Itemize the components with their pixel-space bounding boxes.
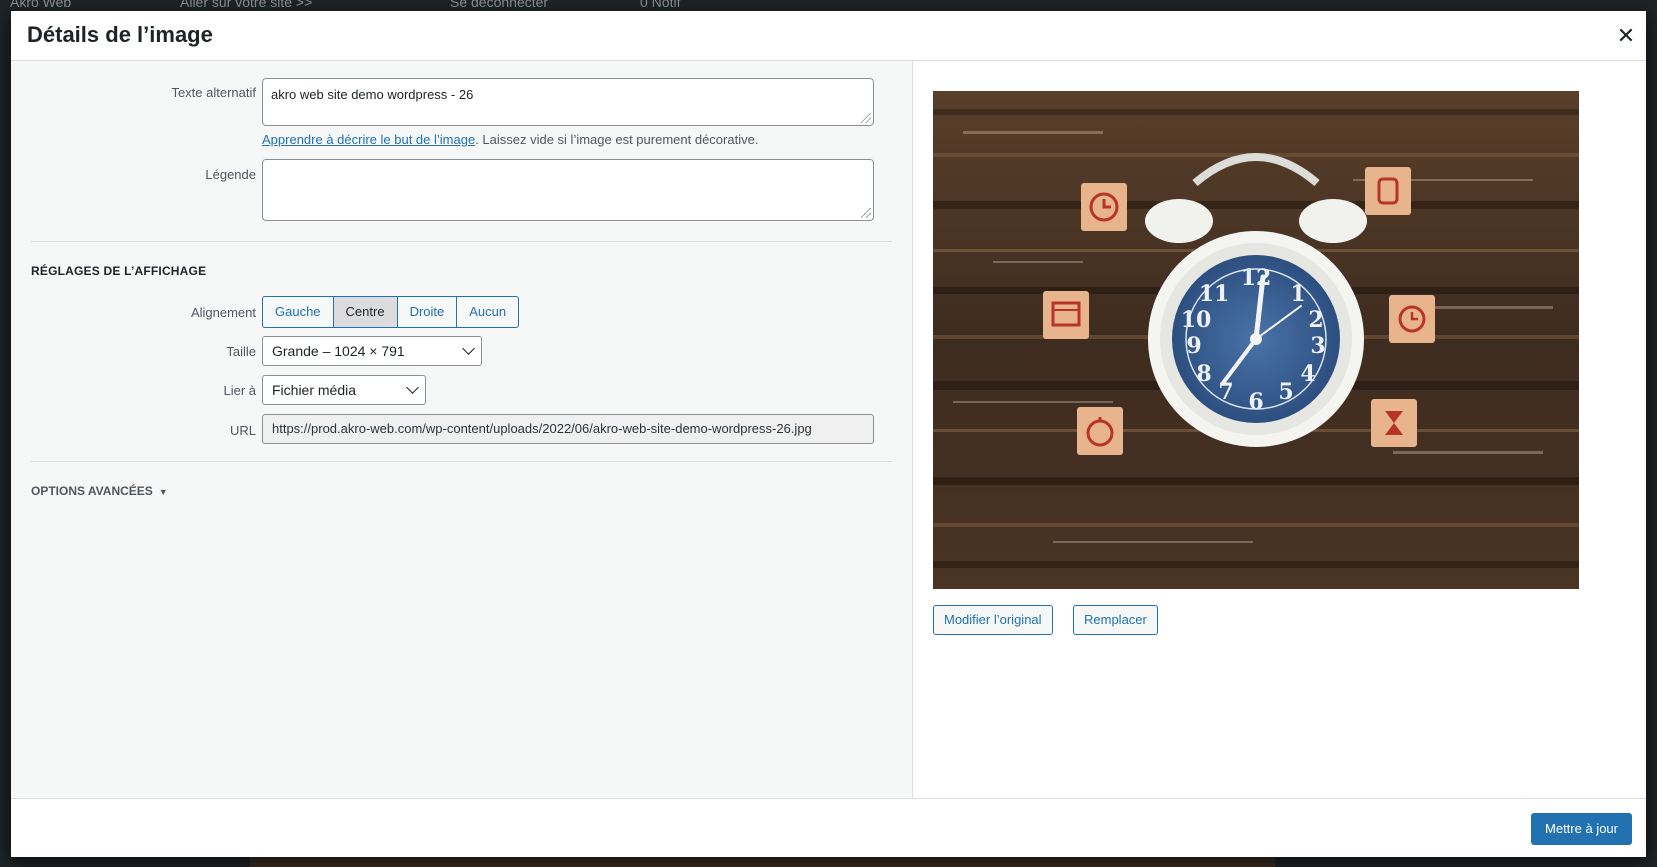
edit-original-button[interactable]: Modifier l’original [933, 605, 1053, 635]
caption-label: Légende [205, 167, 256, 182]
chevron-down-icon [406, 381, 419, 394]
alt-text-help-text: . Laissez vide si l’image est purement d… [475, 132, 759, 147]
background-logout: Se déconnecter [450, 0, 549, 10]
advanced-options-label: Options avancées [31, 484, 153, 498]
svg-text:4: 4 [1300, 361, 1315, 387]
background-site-name: Akro Web [10, 0, 72, 10]
alt-text-value: akro web site demo wordpress - 26 [271, 87, 474, 102]
alt-text-help: Apprendre à décrire le but de l’image. L… [262, 132, 758, 147]
background-notifications: 0 Notif [640, 0, 681, 10]
close-icon[interactable]: ✕ [1614, 24, 1638, 48]
display-settings-title: Réglages de l’affichage [31, 264, 207, 278]
svg-text:10: 10 [1181, 307, 1212, 333]
link-to-select-value: Fichier média [272, 382, 357, 398]
image-details-modal: Détails de l’image ✕ Texte alternatif ak… [11, 11, 1646, 857]
size-label: Taille [226, 344, 256, 359]
alignment-none-button[interactable]: Aucun [456, 296, 520, 328]
modal-title: Détails de l’image [27, 22, 213, 47]
replace-button[interactable]: Remplacer [1073, 605, 1158, 635]
svg-text:2: 2 [1308, 307, 1323, 333]
svg-text:1: 1 [1290, 281, 1305, 307]
alt-text-label: Texte alternatif [171, 85, 256, 100]
alignment-right-button[interactable]: Droite [396, 296, 458, 328]
link-to-select[interactable]: Fichier média [262, 375, 426, 405]
svg-text:8: 8 [1196, 361, 1211, 387]
update-button[interactable]: Mettre à jour [1531, 813, 1632, 845]
link-to-label: Lier à [223, 383, 256, 398]
alignment-center-button[interactable]: Centre [332, 296, 398, 328]
chevron-down-icon [462, 342, 475, 355]
url-field[interactable]: https://prod.akro-web.com/wp-content/upl… [262, 414, 874, 444]
resize-grip-icon[interactable] [861, 208, 871, 218]
section-divider [31, 241, 892, 242]
svg-text:7: 7 [1218, 379, 1233, 405]
caption-input[interactable] [262, 159, 874, 221]
background-visit-site: Aller sur votre site >> [180, 0, 313, 10]
alignment-label: Alignement [190, 305, 256, 320]
resize-grip-icon[interactable] [861, 113, 871, 123]
svg-text:12: 12 [1241, 265, 1272, 291]
attachment-settings-panel: Texte alternatif akro web site demo word… [11, 61, 913, 798]
url-label: URL [229, 423, 256, 438]
alignment-button-group: Gauche Centre Droite Aucun [262, 296, 520, 328]
image-preview-panel: 12 1 2 3 4 5 6 7 8 9 10 11 Modifier l’or… [913, 61, 1646, 798]
image-preview: 12 1 2 3 4 5 6 7 8 9 10 11 [933, 91, 1579, 589]
size-select-value: Grande – 1024 × 791 [272, 343, 405, 359]
svg-text:5: 5 [1278, 379, 1293, 405]
svg-text:11: 11 [1199, 281, 1230, 307]
svg-text:9: 9 [1186, 333, 1201, 359]
modal-header: Détails de l’image ✕ [11, 11, 1646, 61]
svg-text:3: 3 [1310, 333, 1325, 359]
url-value: https://prod.akro-web.com/wp-content/upl… [272, 421, 812, 436]
svg-text:6: 6 [1248, 389, 1263, 415]
modal-footer: Mettre à jour [11, 798, 1646, 857]
alarm-clock-photo: 12 1 2 3 4 5 6 7 8 9 10 11 [933, 91, 1579, 589]
advanced-options-toggle[interactable]: Options avancées ▼ [31, 484, 168, 498]
alignment-left-button[interactable]: Gauche [262, 296, 334, 328]
alt-text-input[interactable]: akro web site demo wordpress - 26 [262, 78, 874, 126]
alt-text-help-link[interactable]: Apprendre à décrire le but de l’image [262, 132, 475, 147]
size-select[interactable]: Grande – 1024 × 791 [262, 336, 482, 366]
section-divider [31, 461, 892, 462]
triangle-down-icon: ▼ [158, 487, 168, 497]
